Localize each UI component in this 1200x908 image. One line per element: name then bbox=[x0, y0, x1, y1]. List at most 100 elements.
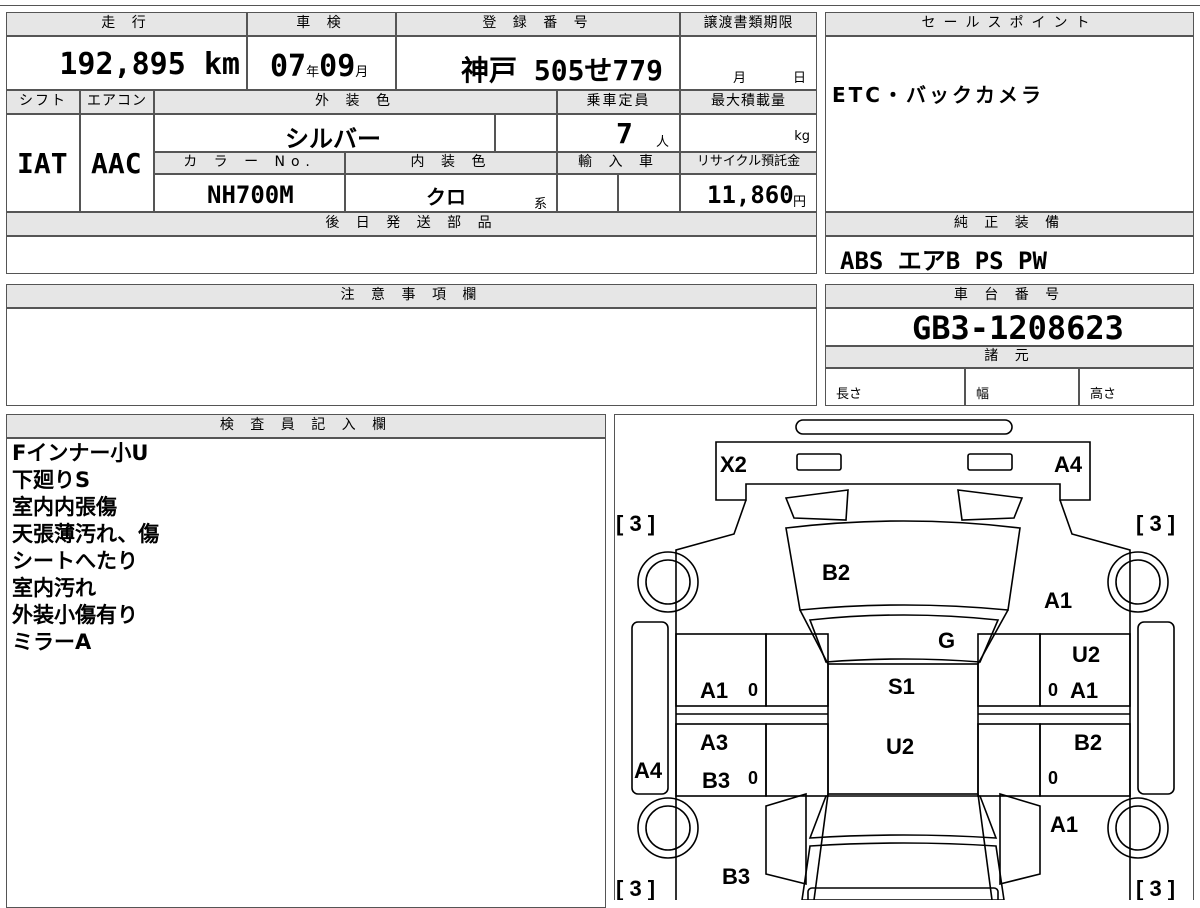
damage-mark: A4 bbox=[634, 758, 663, 783]
registration-header: 登 録 番 号 bbox=[396, 12, 680, 36]
damage-mark: B2 bbox=[1074, 730, 1102, 755]
import-header: 輸 入 車 bbox=[557, 152, 680, 174]
aircon-value: AAC bbox=[91, 147, 142, 180]
damage-mark: A4 bbox=[1054, 452, 1083, 477]
damage-mark: U2 bbox=[1072, 642, 1100, 667]
recycle-header: リサイクル預託金 bbox=[680, 152, 817, 174]
transfer-deadline-cell: 月 日 bbox=[680, 36, 817, 90]
mileage-header: 走 行 bbox=[6, 12, 247, 36]
mileage-value: 192,895 bbox=[59, 47, 186, 82]
aircon-header: エアコン bbox=[80, 90, 154, 114]
inspector-line: ミラーA bbox=[12, 630, 92, 654]
width-cell: 幅 bbox=[965, 368, 1079, 406]
max-load-header: 最大積載量 bbox=[680, 90, 817, 114]
max-load-cell: kg bbox=[680, 114, 817, 152]
transfer-deadline-header: 譲渡書類期限 bbox=[680, 12, 817, 36]
damage-mark: 0 bbox=[748, 680, 758, 700]
import-cell-1 bbox=[557, 174, 618, 212]
recycle-unit: 円 bbox=[793, 195, 807, 210]
damage-mark: U2 bbox=[886, 734, 914, 759]
chassis-value: GB3-1208623 bbox=[912, 309, 1124, 347]
notes-cell bbox=[6, 308, 817, 406]
inspection-year-unit: 年 bbox=[306, 65, 320, 80]
mileage-cell: 192,895 km bbox=[6, 36, 247, 90]
capacity-value: 7 bbox=[616, 117, 633, 150]
damage-mark: 0 bbox=[1048, 768, 1058, 788]
exterior-color-extra-cell bbox=[495, 114, 557, 152]
recycle-value: 11,860 bbox=[707, 181, 794, 209]
height-cell: 高さ bbox=[1079, 368, 1194, 406]
damage-mark: A1 bbox=[1050, 812, 1078, 837]
inspector-line: 室内内張傷 bbox=[12, 495, 117, 519]
height-label: 高さ bbox=[1090, 387, 1117, 402]
notes-header: 注 意 事 項 欄 bbox=[6, 284, 817, 308]
sales-point-value: ETC・バックカメラ bbox=[832, 83, 1044, 107]
damage-mark: S1 bbox=[888, 674, 915, 699]
width-label: 幅 bbox=[976, 387, 990, 402]
inspector-line: シートへたり bbox=[12, 549, 138, 573]
transfer-month-unit: 月 bbox=[733, 71, 747, 86]
capacity-unit: 人 bbox=[656, 135, 670, 150]
color-no-header: カ ラ ー No. bbox=[154, 152, 345, 174]
inspection-month: 09 bbox=[319, 49, 356, 84]
exterior-color-value: シルバー bbox=[285, 125, 381, 153]
inspector-header: 検 査 員 記 入 欄 bbox=[6, 414, 606, 438]
damage-mark: X2 bbox=[720, 452, 747, 477]
import-cell-2 bbox=[618, 174, 680, 212]
car-damage-diagram: [ 3 ] [ 3 ] [ 3 ] [ 3 ] X2 A4 B2 A1 G U2… bbox=[614, 414, 1194, 900]
damage-mark: 0 bbox=[748, 768, 758, 788]
shift-cell: IAT bbox=[6, 114, 80, 212]
color-no-value: NH700M bbox=[207, 181, 294, 209]
exterior-color-cell: シルバー bbox=[154, 114, 495, 153]
specs-header: 諸 元 bbox=[825, 346, 1194, 368]
damage-mark: 0 bbox=[1048, 680, 1058, 700]
tire-rear-left: [ 3 ] bbox=[616, 876, 655, 900]
later-parts-cell bbox=[6, 236, 817, 274]
inspection-month-unit: 月 bbox=[355, 65, 369, 80]
transfer-day-unit: 日 bbox=[793, 71, 807, 86]
capacity-header: 乗車定員 bbox=[557, 90, 680, 114]
interior-color-value: クロ bbox=[426, 185, 466, 209]
damage-mark: B3 bbox=[722, 864, 750, 889]
inspector-line: Fインナー小U bbox=[12, 441, 149, 465]
exterior-color-header: 外 装 色 bbox=[154, 90, 557, 114]
recycle-cell: 11,860 円 bbox=[680, 174, 817, 212]
length-label: 長さ bbox=[836, 387, 863, 402]
inspection-year: 07 bbox=[270, 49, 307, 84]
interior-color-suffix: 系 bbox=[534, 197, 548, 212]
inspector-line: 室内汚れ bbox=[12, 576, 96, 600]
inspector-line: 外装小傷有り bbox=[12, 603, 138, 627]
interior-color-cell: クロ 系 bbox=[345, 174, 557, 212]
damage-mark: A1 bbox=[700, 678, 728, 703]
equipment-header: 純 正 装 備 bbox=[825, 212, 1194, 236]
sales-point-cell: ETC・バックカメラ bbox=[825, 36, 1194, 212]
max-load-unit: kg bbox=[794, 129, 810, 144]
registration-value: 神戸 505せ779 bbox=[461, 54, 664, 87]
top-strip bbox=[0, 0, 1200, 6]
shift-value: IAT bbox=[17, 147, 68, 180]
tire-front-right: [ 3 ] bbox=[1136, 511, 1175, 536]
inspector-line: 天張薄汚れ、傷 bbox=[12, 522, 160, 546]
inspection-header: 車 検 bbox=[247, 12, 396, 36]
equipment-cell: ABS エアB PS PW bbox=[825, 236, 1194, 275]
sales-point-header: セールスポイント bbox=[825, 12, 1194, 36]
equipment-value: ABS エアB PS PW bbox=[840, 247, 1047, 275]
inspector-lines: Fインナー小U 下廻りS 室内内張傷 天張薄汚れ、傷 シートへたり 室内汚れ 外… bbox=[12, 440, 159, 656]
shift-header: シフト bbox=[6, 90, 80, 114]
interior-color-header: 内 装 色 bbox=[345, 152, 557, 174]
tire-rear-right: [ 3 ] bbox=[1136, 876, 1175, 900]
damage-mark: A1 bbox=[1070, 678, 1098, 703]
registration-cell: 神戸 505せ779 bbox=[396, 36, 680, 90]
chassis-header: 車 台 番 号 bbox=[825, 284, 1194, 308]
aircon-cell: AAC bbox=[80, 114, 154, 212]
color-no-cell: NH700M bbox=[154, 174, 345, 212]
later-parts-header: 後 日 発 送 部 品 bbox=[6, 212, 817, 236]
length-cell: 長さ bbox=[825, 368, 965, 406]
damage-mark: G bbox=[938, 628, 955, 653]
capacity-cell: 7 人 bbox=[557, 114, 680, 152]
damage-mark: A3 bbox=[700, 730, 728, 755]
damage-mark: A1 bbox=[1044, 588, 1072, 613]
damage-mark: B3 bbox=[702, 768, 730, 793]
inspector-line: 下廻りS bbox=[12, 468, 91, 492]
tire-front-left: [ 3 ] bbox=[616, 511, 655, 536]
